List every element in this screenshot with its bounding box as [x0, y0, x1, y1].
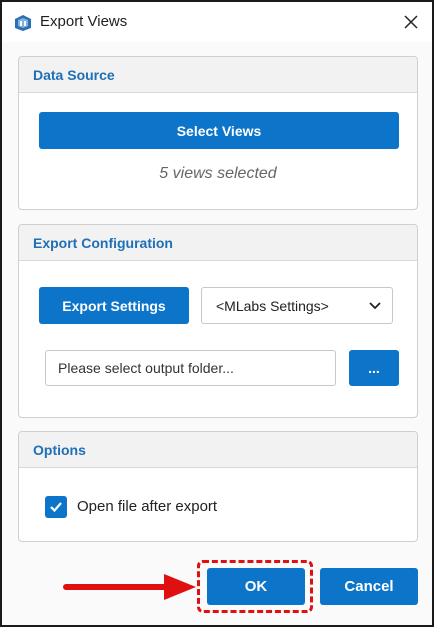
select-views-button[interactable]: Select Views [39, 112, 399, 149]
settings-select[interactable]: <MLabs Settings> [201, 287, 393, 324]
export-configuration-header: Export Configuration [19, 225, 417, 261]
open-file-checkbox[interactable] [45, 496, 67, 518]
browse-folder-button[interactable]: ... [349, 350, 399, 386]
mlabs-logo-icon [15, 15, 31, 31]
window-title: Export Views [40, 13, 128, 30]
red-arrow-annotation-icon [63, 574, 196, 600]
options-header: Options [19, 432, 417, 468]
data-source-section: Data Source Select Views 5 views selecte… [18, 56, 418, 210]
cancel-button[interactable]: Cancel [320, 568, 418, 605]
export-settings-button[interactable]: Export Settings [39, 287, 189, 324]
export-views-dialog: Export Views Data Source Select Views 5 … [0, 0, 434, 627]
open-file-label: Open file after export [77, 498, 218, 515]
ok-button[interactable]: OK [207, 568, 305, 605]
settings-select-value: <MLabs Settings> [216, 297, 329, 314]
data-source-header: Data Source [19, 57, 417, 93]
chevron-down-icon [369, 302, 381, 310]
close-button[interactable] [396, 8, 426, 36]
output-folder-input[interactable] [45, 350, 336, 386]
title-bar: Export Views [2, 2, 432, 42]
export-configuration-section: Export Configuration Export Settings <ML… [18, 224, 418, 418]
options-section: Options Open file after export [18, 431, 418, 542]
views-selected-status: 5 views selected [159, 165, 277, 182]
checkmark-icon [50, 502, 62, 513]
close-icon [404, 15, 418, 29]
